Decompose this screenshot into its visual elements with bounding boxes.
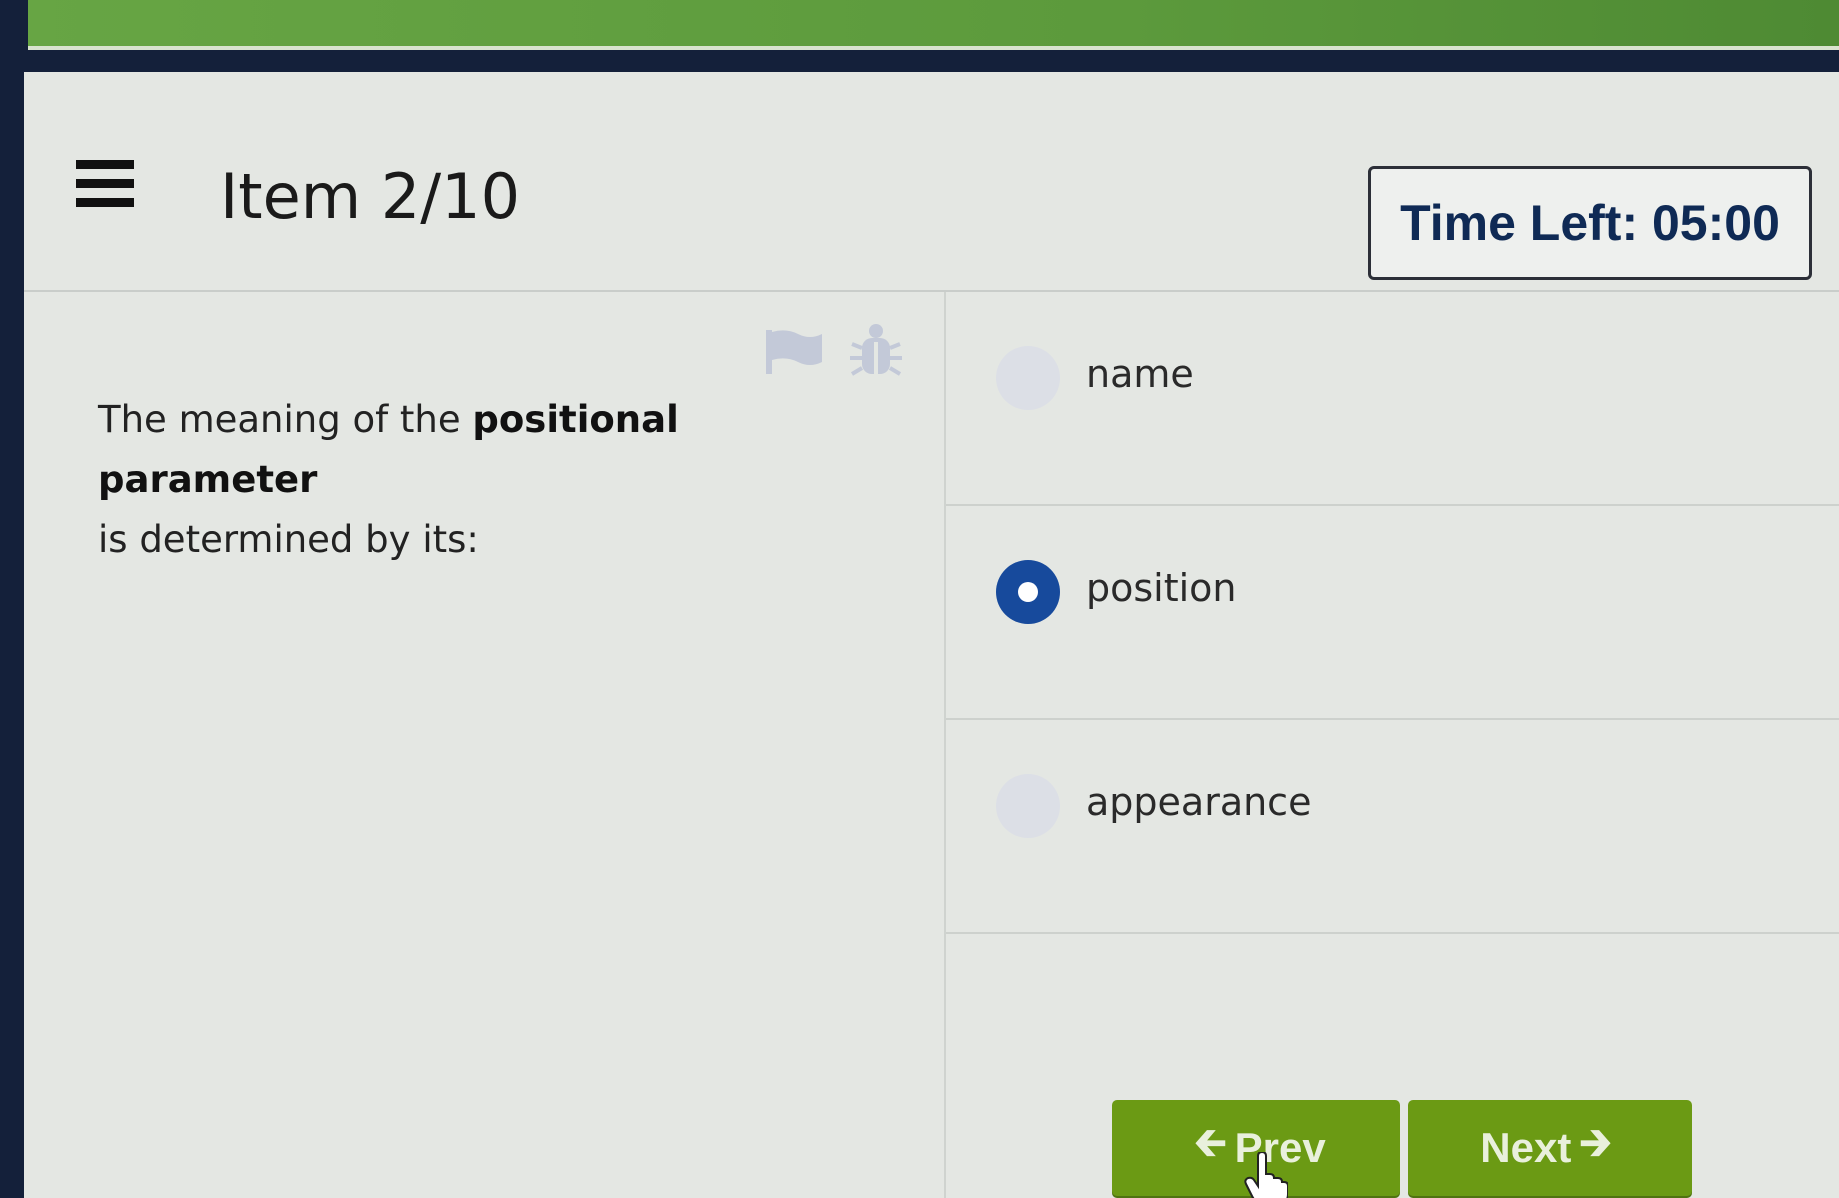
- radio-button[interactable]: [996, 774, 1060, 838]
- flag-icon[interactable]: [764, 328, 824, 376]
- hamburger-menu-icon[interactable]: [76, 160, 134, 208]
- answer-option-position[interactable]: position: [946, 506, 1839, 720]
- radio-button[interactable]: [996, 346, 1060, 410]
- question-pane: The meaning of the positional parameter …: [24, 292, 946, 1198]
- arrow-right-icon: 🡲: [1579, 1121, 1612, 1165]
- option-label: name: [1086, 352, 1194, 396]
- arrow-left-icon: 🡰: [1194, 1121, 1227, 1165]
- answer-option-appearance[interactable]: appearance: [946, 720, 1839, 934]
- radio-button-selected[interactable]: [996, 560, 1060, 624]
- top-progress-strip: [28, 0, 1839, 50]
- question-text-start: The meaning of the: [98, 398, 461, 441]
- answer-pane: name position appearance 🡰 Prev Next 🡲: [946, 292, 1839, 1198]
- question-text-end: is determined by its:: [98, 518, 479, 561]
- next-button[interactable]: Next 🡲: [1408, 1100, 1692, 1196]
- hand-pointer-cursor-icon: [1244, 1152, 1288, 1198]
- next-button-label: Next: [1480, 1124, 1572, 1171]
- question-text: The meaning of the positional parameter …: [98, 390, 898, 570]
- item-counter: Item 2/10: [220, 160, 521, 233]
- quiz-header: Item 2/10 Time Left: 05:00: [24, 72, 1839, 292]
- option-label: position: [1086, 566, 1237, 610]
- quiz-panel: Item 2/10 Time Left: 05:00 The meaning o…: [24, 72, 1839, 1198]
- bug-icon[interactable]: [850, 322, 902, 378]
- answer-option-name[interactable]: name: [946, 292, 1839, 506]
- option-label: appearance: [1086, 780, 1312, 824]
- time-left-display: Time Left: 05:00: [1368, 166, 1812, 280]
